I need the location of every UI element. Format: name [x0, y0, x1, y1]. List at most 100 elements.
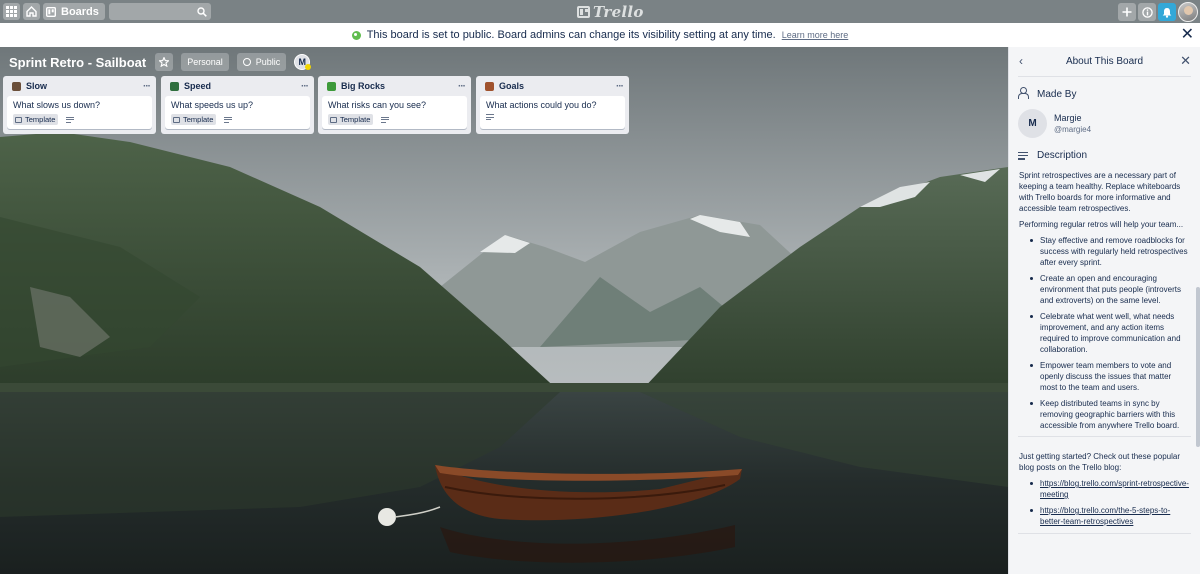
description-body: Sprint retrospectives are a necessary pa… — [1009, 170, 1200, 431]
description-heading: Description — [1009, 150, 1200, 161]
description-label: Description — [1037, 150, 1088, 161]
banner-close-icon[interactable]: ✕ — [1181, 27, 1194, 43]
trello-logo[interactable]: Trello — [577, 3, 644, 21]
list-header[interactable]: Big Rocks ··· — [318, 76, 471, 96]
chevron-left-icon[interactable]: ‹ — [1019, 54, 1023, 68]
list-item: Keep distributed teams in sync by removi… — [1028, 398, 1189, 431]
home-icon — [26, 6, 37, 17]
card[interactable]: What actions could you do? — [480, 96, 625, 129]
author-handle: @margie4 — [1054, 125, 1092, 134]
globe-icon — [242, 58, 251, 66]
card-title: What risks can you see? — [328, 100, 427, 110]
list-goals: Goals ··· What actions could you do? — [476, 76, 629, 134]
template-badge: Template — [13, 114, 59, 125]
close-icon[interactable]: ✕ — [1180, 53, 1191, 69]
card-title: What speeds us up? — [171, 100, 254, 110]
template-label: Template — [25, 115, 56, 124]
list-item: Create an open and encouraging environme… — [1028, 273, 1189, 306]
search-icon — [197, 6, 207, 17]
template-icon — [173, 116, 180, 123]
trello-logo-icon — [577, 6, 590, 18]
made-by-heading: Made By — [1009, 87, 1200, 101]
description-icon — [381, 116, 390, 123]
list-item: Empower team members to vote and openly … — [1028, 360, 1189, 393]
list-title[interactable]: Goals — [499, 81, 616, 91]
blog-link[interactable]: https://blog.trello.com/sprint-retrospec… — [1040, 479, 1189, 499]
card-title: What slows us down? — [13, 100, 101, 110]
list-menu-icon[interactable]: ··· — [616, 81, 624, 92]
list-title[interactable]: Speed — [184, 81, 301, 91]
create-button[interactable] — [1118, 3, 1136, 21]
template-badge: Template — [328, 114, 374, 125]
checkbox-emoji-icon — [327, 81, 336, 91]
card[interactable]: What risks can you see? Template — [322, 96, 467, 129]
plus-icon — [1122, 7, 1132, 17]
description-lead: Performing regular retros will help your… — [1019, 220, 1184, 229]
getting-started: Just getting started? Check out these po… — [1009, 451, 1200, 527]
divider — [1018, 533, 1191, 534]
card-badges: Template — [171, 114, 304, 125]
list-header[interactable]: Slow ··· — [3, 76, 156, 96]
info-button[interactable] — [1138, 3, 1156, 21]
author-avatar[interactable]: M — [1018, 109, 1047, 138]
board-member-avatar[interactable]: M — [294, 54, 312, 70]
card-badges: Template — [328, 114, 461, 125]
list-header[interactable]: Speed ··· — [161, 76, 314, 96]
list-header[interactable]: Goals ··· — [476, 76, 629, 96]
star-board-button[interactable] — [155, 53, 174, 71]
list-menu-icon[interactable]: ··· — [301, 81, 309, 92]
list-menu-icon[interactable]: ··· — [458, 81, 466, 92]
learn-more-link[interactable]: Learn more here — [782, 30, 849, 40]
home-button[interactable] — [23, 3, 40, 20]
team-visibility-button[interactable]: Personal — [181, 53, 229, 71]
notifications-button[interactable] — [1158, 3, 1176, 21]
search-input[interactable] — [108, 3, 211, 20]
apps-menu-button[interactable] — [3, 3, 20, 20]
author-initial: M — [1028, 118, 1037, 129]
boards-button[interactable]: Boards — [43, 3, 105, 20]
public-label: Public — [255, 57, 281, 67]
list-title[interactable]: Slow — [26, 81, 143, 91]
card[interactable]: What speeds us up? Template — [165, 96, 310, 129]
star-icon — [159, 57, 170, 67]
panel-scrollbar[interactable] — [1196, 287, 1200, 447]
divider — [1018, 76, 1191, 77]
author-name: Margie — [1054, 113, 1082, 123]
list-speed: Speed ··· What speeds us up? Template — [161, 76, 314, 134]
user-avatar[interactable] — [1178, 2, 1198, 22]
card[interactable]: What slows us down? Template — [7, 96, 152, 129]
getting-started-text: Just getting started? Check out these po… — [1019, 452, 1180, 472]
public-visibility-button[interactable]: Public — [236, 53, 287, 71]
list-item: Stay effective and remove roadblocks for… — [1028, 235, 1189, 268]
list-big-rocks: Big Rocks ··· What risks can you see? Te… — [318, 76, 471, 134]
about-board-panel: ‹ About This Board ✕ Made By M Margie @m… — [1008, 47, 1200, 574]
card-title: What actions could you do? — [486, 100, 597, 110]
blog-link[interactable]: https://blog.trello.com/the-5-steps-to-b… — [1040, 506, 1170, 526]
board-name[interactable]: Sprint Retro - Sailboat — [9, 55, 146, 70]
car-emoji-icon — [170, 81, 179, 91]
header-right-actions — [1118, 2, 1198, 22]
description-icon — [1018, 151, 1030, 160]
board-icon — [46, 6, 56, 17]
public-board-banner: This board is set to public. Board admin… — [0, 23, 1200, 47]
top-header: Boards Trello — [0, 0, 1200, 23]
info-icon — [1141, 6, 1153, 18]
globe-icon — [351, 30, 361, 40]
list-item: Celebrate what went well, what needs imp… — [1028, 311, 1189, 355]
template-label: Template — [183, 115, 214, 124]
description-icon — [224, 116, 233, 123]
bell-icon — [1162, 7, 1172, 18]
island-emoji-icon — [485, 81, 494, 91]
description-icon — [66, 116, 75, 123]
board-header: Sprint Retro - Sailboat Personal Public … — [0, 50, 312, 74]
card-badges — [486, 114, 619, 120]
list-menu-icon[interactable]: ··· — [143, 81, 151, 92]
author[interactable]: M Margie @margie4 — [1009, 109, 1200, 138]
boards-label: Boards — [61, 5, 99, 18]
grid-icon — [6, 6, 17, 17]
made-by-label: Made By — [1037, 88, 1077, 100]
list-title[interactable]: Big Rocks — [341, 81, 458, 91]
panel-title: About This Board — [1065, 56, 1144, 67]
template-icon — [330, 116, 337, 123]
blog-links-list: https://blog.trello.com/sprint-retrospec… — [1028, 478, 1189, 527]
